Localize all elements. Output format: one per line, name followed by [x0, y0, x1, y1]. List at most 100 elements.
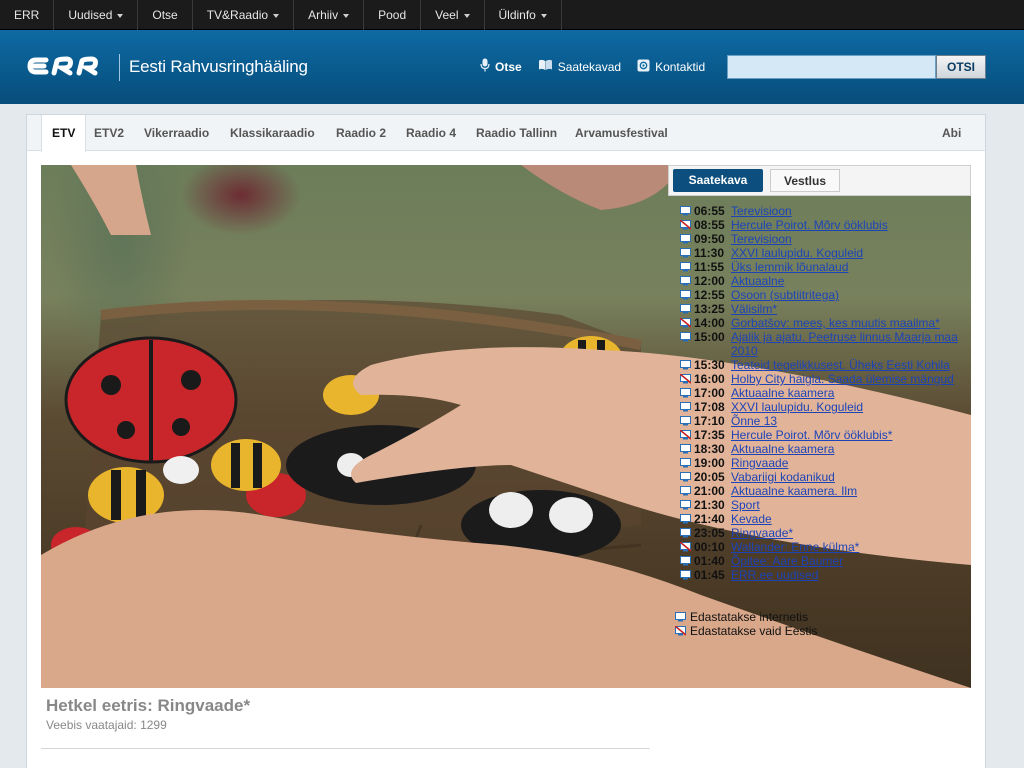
- monitor-icon: [680, 332, 691, 342]
- schedule-title-link[interactable]: Ajalik ja ajatu. Peetruse linnus Maarja …: [731, 330, 970, 358]
- tab-saatekava[interactable]: Saatekava: [673, 169, 763, 192]
- tab-vikerraadio[interactable]: Vikerraadio: [144, 115, 209, 151]
- schedule-item[interactable]: 12:00 Aktuaalne: [680, 274, 970, 288]
- contact-icon: [637, 59, 650, 75]
- topnav-item-veel[interactable]: Veel: [421, 0, 485, 30]
- schedule-item[interactable]: 06:55 Terevisioon: [680, 204, 970, 218]
- legend-row-estonia: Edastatakse vaid Eestis: [675, 624, 817, 638]
- schedule-panel: Saatekava Vestlus 06:55 Terevisioon 08:55 H…: [668, 165, 971, 688]
- schedule-title-link[interactable]: Hercule Poirot. Mõrv ööklubis*: [731, 428, 970, 442]
- schedule-title-link[interactable]: XXVI laulupidu. Koguleid: [731, 246, 970, 260]
- schedule-title-link[interactable]: Vabariigi kodanikud: [731, 470, 970, 484]
- schedule-item[interactable]: 01:45 ERR.ee uudised: [680, 568, 970, 582]
- schedule-item[interactable]: 23:05 Ringvaade*: [680, 526, 970, 540]
- topnav-item-uldinfo[interactable]: Üldinfo: [485, 0, 562, 30]
- header-link-saatekavad[interactable]: Saatekavad: [538, 59, 621, 74]
- monitor-icon: [680, 458, 691, 468]
- schedule-time: 08:55: [694, 218, 725, 232]
- topnav-item-uudised[interactable]: Uudised: [54, 0, 139, 30]
- schedule-item[interactable]: 01:40 Õpitee: Aare Baumer: [680, 554, 970, 568]
- schedule-item[interactable]: 21:30 Sport: [680, 498, 970, 512]
- topnav-item-arhiiv[interactable]: Arhiiv: [294, 0, 365, 30]
- tab-etv2[interactable]: ETV2: [94, 115, 124, 151]
- schedule-title-link[interactable]: Holby City haigla. Saada ülemise mängud: [731, 372, 970, 386]
- schedule-title-link[interactable]: Õnne 13: [731, 414, 970, 428]
- schedule-title-link[interactable]: Aktuaalne kaamera: [731, 442, 970, 456]
- schedule-title-link[interactable]: Osoon (subtiitritega): [731, 288, 970, 302]
- schedule-item[interactable]: 21:40 Kevade: [680, 512, 970, 526]
- schedule-title-link[interactable]: ERR.ee uudised: [731, 568, 970, 582]
- brand-name: Eesti Rahvusringhääling: [129, 57, 308, 76]
- err-logo[interactable]: [26, 51, 110, 81]
- header-link-label: Saatekavad: [557, 59, 622, 74]
- schedule-time: 11:30: [694, 246, 725, 260]
- schedule-title-link[interactable]: Sport: [731, 498, 970, 512]
- schedule-item[interactable]: 18:30 Aktuaalne kaamera: [680, 442, 970, 456]
- schedule-item[interactable]: 09:50 Terevisioon: [680, 232, 970, 246]
- monitor-icon: [680, 556, 691, 566]
- monitor-icon: [680, 514, 691, 524]
- divider: [41, 748, 650, 749]
- schedule-item[interactable]: 17:10 Õnne 13: [680, 414, 970, 428]
- header-link-otse[interactable]: Otse: [480, 58, 522, 75]
- tab-etv[interactable]: ETV: [41, 115, 87, 152]
- schedule-title-link[interactable]: Aktuaalne: [731, 274, 970, 288]
- schedule-time: 17:00: [694, 386, 725, 400]
- tab-raadio-tallinn[interactable]: Raadio Tallinn: [476, 115, 557, 151]
- schedule-time: 20:05: [694, 470, 725, 484]
- schedule-item[interactable]: 08:55 Hercule Poirot. Mõrv ööklubis: [680, 218, 970, 232]
- topnav-label: Üldinfo: [498, 8, 536, 22]
- tab-arvamusfestival[interactable]: Arvamusfestival: [575, 115, 668, 151]
- schedule-item[interactable]: 17:08 XXVI laulupidu. Koguleid: [680, 400, 970, 414]
- topnav-item-err[interactable]: ERR: [0, 0, 55, 30]
- schedule-item[interactable]: 13:25 Välisilm*: [680, 302, 970, 316]
- schedule-title-link[interactable]: Aktuaalne kaamera. Ilm: [731, 484, 970, 498]
- schedule-title-link[interactable]: Üks lemmik lõunalaud: [731, 260, 970, 274]
- search-button[interactable]: OTSI: [936, 55, 986, 79]
- tab-raadio-4[interactable]: Raadio 4: [406, 115, 456, 151]
- schedule-item[interactable]: 12:55 Osoon (subtiitritega): [680, 288, 970, 302]
- schedule-title-link[interactable]: Gorbatšov: mees, kes muutis maailma*: [731, 316, 970, 330]
- monitor-icon: [680, 206, 691, 216]
- schedule-item[interactable]: 11:30 XXVI laulupidu. Koguleid: [680, 246, 970, 260]
- topnav-item-tv-raadio[interactable]: TV&Raadio: [193, 0, 295, 30]
- schedule-item[interactable]: 14:00 Gorbatšov: mees, kes muutis maailma…: [680, 316, 970, 330]
- monitor-icon: [680, 262, 691, 272]
- schedule-item[interactable]: 20:05 Vabariigi kodanikud: [680, 470, 970, 484]
- tab-klassikaraadio[interactable]: Klassikaraadio: [230, 115, 315, 151]
- schedule-title-link[interactable]: Teateid tegelikkusest. Üheks Eesti Kohil…: [731, 358, 970, 372]
- schedule-item[interactable]: 21:00 Aktuaalne kaamera. Ilm: [680, 484, 970, 498]
- schedule-item[interactable]: 15:30 Teateid tegelikkusest. Üheks Eesti …: [680, 358, 970, 372]
- tab-vestlus[interactable]: Vestlus: [770, 169, 840, 192]
- schedule-title-link[interactable]: Aktuaalne kaamera: [731, 386, 970, 400]
- schedule-time: 01:40: [694, 554, 725, 568]
- schedule-title-link[interactable]: Välisilm*: [731, 302, 970, 316]
- schedule-time: 01:45: [694, 568, 725, 582]
- schedule-title-link[interactable]: Wallander: Enne külma*: [731, 540, 970, 554]
- schedule-item[interactable]: 15:00 Ajalik ja ajatu. Peetruse linnus Ma…: [680, 330, 970, 358]
- topnav-item-pood[interactable]: Pood: [364, 0, 422, 30]
- tab-raadio-2[interactable]: Raadio 2: [336, 115, 386, 151]
- schedule-title-link[interactable]: Ringvaade*: [731, 526, 970, 540]
- schedule-item[interactable]: 16:00 Holby City haigla. Saada ülemise mä…: [680, 372, 970, 386]
- schedule-title-link[interactable]: Terevisioon: [731, 232, 970, 246]
- schedule-title-link[interactable]: Kevade: [731, 512, 970, 526]
- help-link[interactable]: Abi: [942, 115, 961, 151]
- monitor-blocked-icon: [680, 374, 691, 384]
- schedule-item[interactable]: 17:00 Aktuaalne kaamera: [680, 386, 970, 400]
- search-input[interactable]: [727, 55, 936, 79]
- schedule-time: 12:55: [694, 288, 725, 302]
- schedule-item[interactable]: 17:35 Hercule Poirot. Mõrv ööklubis*: [680, 428, 970, 442]
- schedule-item[interactable]: 19:00 Ringvaade: [680, 456, 970, 470]
- schedule-title-link[interactable]: Ringvaade: [731, 456, 970, 470]
- schedule-title-link[interactable]: XXVI laulupidu. Koguleid: [731, 400, 970, 414]
- schedule-title-link[interactable]: Õpitee: Aare Baumer: [731, 554, 970, 568]
- schedule-item[interactable]: 11:55 Üks lemmik lõunalaud: [680, 260, 970, 274]
- schedule-title-link[interactable]: Terevisioon: [731, 204, 970, 218]
- schedule-item[interactable]: 00:10 Wallander: Enne külma*: [680, 540, 970, 554]
- header-link-kontaktid[interactable]: Kontaktid: [637, 59, 705, 75]
- schedule-title-link[interactable]: Hercule Poirot. Mõrv ööklubis: [731, 218, 970, 232]
- topnav-item-otse[interactable]: Otse: [138, 0, 193, 30]
- schedule-list: 06:55 Terevisioon 08:55 Hercule Poirot. Mõr…: [680, 204, 970, 582]
- schedule-time: 21:30: [694, 498, 725, 512]
